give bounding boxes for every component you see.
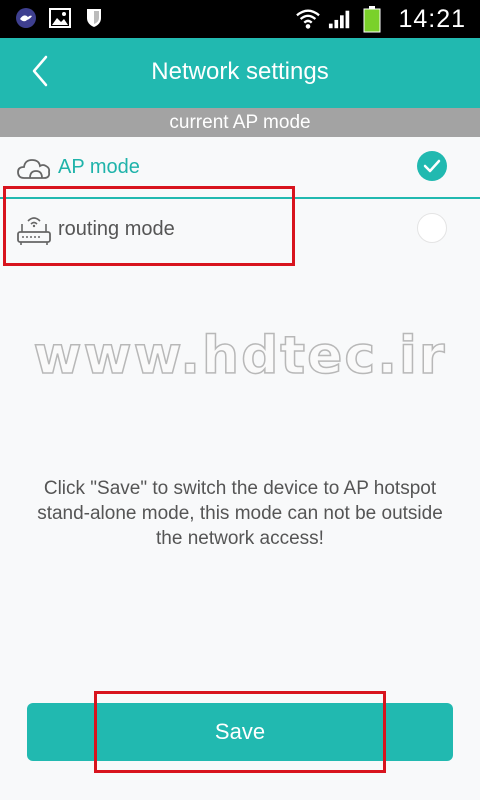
signal-icon: [328, 8, 352, 30]
status-bar-notifications: [14, 7, 106, 29]
info-text: Click "Save" to switch the device to AP …: [37, 478, 443, 549]
app-notification-icon: [14, 7, 38, 29]
app-bar: Network settings: [0, 38, 480, 108]
status-time: 14:21: [398, 4, 466, 33]
routing-mode-highlight: [3, 186, 295, 266]
ap-mode-checkmark-icon[interactable]: [417, 151, 447, 181]
status-bar: 14:21: [0, 0, 480, 38]
shield-icon: [82, 7, 106, 29]
image-notification-icon: [48, 7, 72, 29]
save-button-highlight: [94, 691, 386, 773]
page-title: Network settings: [151, 58, 329, 85]
status-bar-system: 14:21: [296, 4, 466, 34]
routing-mode-radio[interactable]: [417, 213, 447, 243]
wifi-icon: [296, 8, 321, 30]
cloud-icon: [16, 151, 52, 187]
ap-mode-label: AP mode: [58, 156, 140, 178]
watermark: www.hdtec.ir: [33, 325, 447, 387]
section-header: current AP mode: [0, 108, 480, 137]
battery-icon: [360, 6, 384, 33]
